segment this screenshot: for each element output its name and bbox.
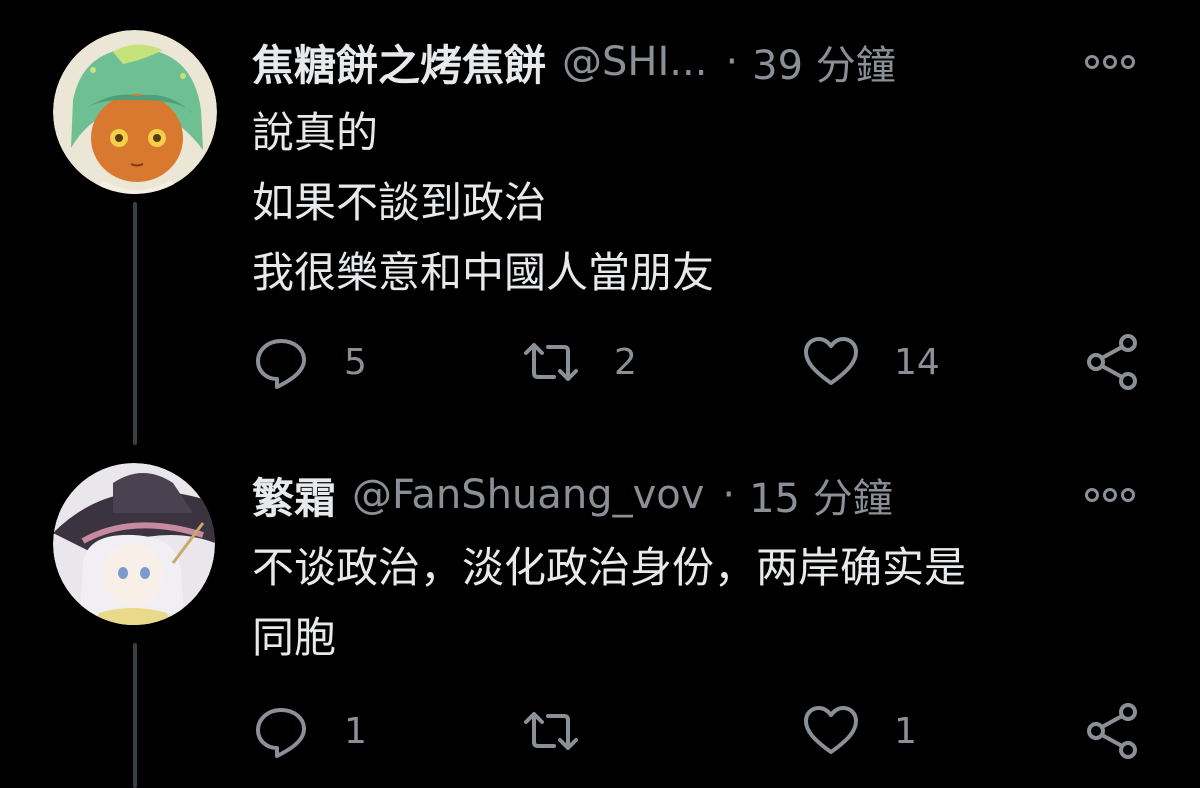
separator-dot: · xyxy=(725,39,739,85)
heart-icon xyxy=(804,706,858,754)
retweet-icon xyxy=(524,712,578,750)
like-count: 1 xyxy=(894,710,917,752)
conversation-thread: 焦糖餅之烤焦餅 @SHI... · 39 分鐘 說真的 如果不談到政治 我很樂意… xyxy=(0,0,1200,788)
separator-dot: · xyxy=(722,472,736,518)
tweet-actions: 1 1 xyxy=(252,701,1152,761)
share-icon xyxy=(1087,703,1137,759)
avatar-image xyxy=(53,463,215,625)
more-options-icon[interactable] xyxy=(1080,477,1140,513)
thread-connector-line xyxy=(133,643,137,788)
tweet-text-line: 不谈政治，淡化政治身份，两岸确实是 xyxy=(252,543,967,592)
like-button[interactable]: 1 xyxy=(802,701,917,761)
tweet-text-line: 同胞 xyxy=(252,613,337,662)
share-icon xyxy=(1087,334,1137,390)
like-count: 14 xyxy=(894,341,940,383)
tweet-text-line: 說真的 xyxy=(252,108,379,157)
retweet-count: 2 xyxy=(614,341,637,383)
tweet-actions: 5 2 14 xyxy=(252,332,1152,392)
like-button[interactable]: 14 xyxy=(802,332,940,392)
reply-icon xyxy=(256,708,306,758)
share-button[interactable] xyxy=(1084,332,1142,392)
thread-connector-line xyxy=(133,202,137,445)
tweet-text: 不谈政治，淡化政治身份，两岸确实是 同胞 xyxy=(252,533,1140,673)
tweet[interactable]: 繁霜 @FanShuang_vov · 15 分鐘 不谈政治，淡化政治身份，两岸… xyxy=(0,445,1200,788)
retweet-button[interactable] xyxy=(522,701,614,761)
reply-count: 1 xyxy=(344,710,367,752)
display-name[interactable]: 焦糖餅之烤焦餅 xyxy=(252,32,546,93)
reply-button[interactable]: 5 xyxy=(252,332,367,392)
retweet-button[interactable]: 2 xyxy=(522,332,637,392)
timestamp[interactable]: 15 分鐘 xyxy=(749,466,893,524)
tweet-header: 焦糖餅之烤焦餅 @SHI... · 39 分鐘 xyxy=(252,32,1140,92)
tweet-text-line: 如果不談到政治 xyxy=(252,178,547,227)
reply-button[interactable]: 1 xyxy=(252,701,367,761)
tweet-text-line: 我很樂意和中國人當朋友 xyxy=(252,248,715,297)
tweet[interactable]: 焦糖餅之烤焦餅 @SHI... · 39 分鐘 說真的 如果不談到政治 我很樂意… xyxy=(0,0,1200,445)
more-options-icon[interactable] xyxy=(1080,44,1140,80)
heart-icon xyxy=(804,337,858,385)
timestamp[interactable]: 39 分鐘 xyxy=(752,33,896,91)
user-handle[interactable]: @SHI... xyxy=(562,39,707,85)
avatar[interactable] xyxy=(53,30,217,194)
reply-icon xyxy=(256,339,306,389)
tweet-text: 說真的 如果不談到政治 我很樂意和中國人當朋友 xyxy=(252,98,1140,308)
avatar-image xyxy=(53,30,217,194)
share-button[interactable] xyxy=(1084,701,1142,761)
avatar[interactable] xyxy=(53,463,215,625)
retweet-icon xyxy=(524,343,578,381)
reply-count: 5 xyxy=(344,341,367,383)
tweet-header: 繁霜 @FanShuang_vov · 15 分鐘 xyxy=(252,465,1140,525)
display-name[interactable]: 繁霜 xyxy=(252,465,336,526)
user-handle[interactable]: @FanShuang_vov xyxy=(352,472,704,518)
